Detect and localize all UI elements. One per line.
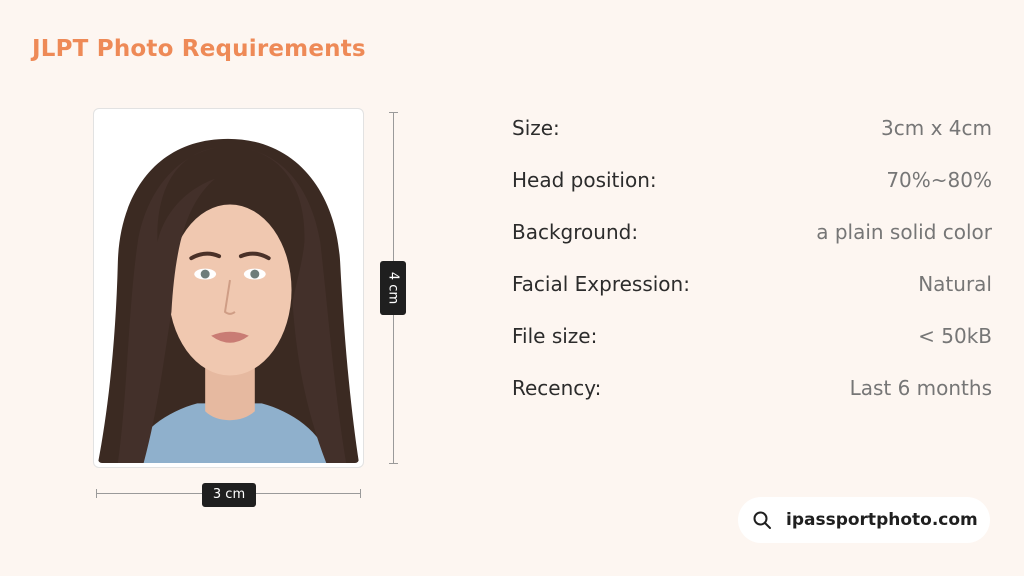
search-icon: [752, 510, 772, 530]
spec-value: 70%~80%: [886, 168, 992, 192]
spec-value: < 50kB: [918, 324, 992, 348]
requirements-list: Size: 3cm x 4cm Head position: 70%~80% B…: [512, 102, 992, 414]
width-dimension-label: 3 cm: [202, 483, 256, 507]
spec-value: Last 6 months: [849, 376, 992, 400]
spec-label: File size:: [512, 324, 598, 348]
spec-row-background: Background: a plain solid color: [512, 206, 992, 258]
website-link[interactable]: ipassportphoto.com: [738, 497, 990, 543]
sample-photo-frame: [93, 108, 364, 468]
spec-label: Background:: [512, 220, 639, 244]
spec-row-recency: Recency: Last 6 months: [512, 362, 992, 414]
spec-label: Head position:: [512, 168, 657, 192]
spec-row-file-size: File size: < 50kB: [512, 310, 992, 362]
height-dimension-label: 4 cm: [385, 271, 401, 305]
spec-label: Facial Expression:: [512, 272, 690, 296]
spec-label: Recency:: [512, 376, 602, 400]
website-url: ipassportphoto.com: [786, 510, 978, 530]
page-title: JLPT Photo Requirements: [32, 36, 366, 62]
spec-row-head-position: Head position: 70%~80%: [512, 154, 992, 206]
spec-value: a plain solid color: [816, 220, 992, 244]
spec-label: Size:: [512, 116, 560, 140]
height-dimension-tag: 4 cm: [380, 261, 406, 315]
spec-row-facial-expression: Facial Expression: Natural: [512, 258, 992, 310]
spec-value: Natural: [918, 272, 992, 296]
sample-portrait-photo: [98, 113, 359, 463]
spec-row-size: Size: 3cm x 4cm: [512, 102, 992, 154]
spec-value: 3cm x 4cm: [881, 116, 992, 140]
